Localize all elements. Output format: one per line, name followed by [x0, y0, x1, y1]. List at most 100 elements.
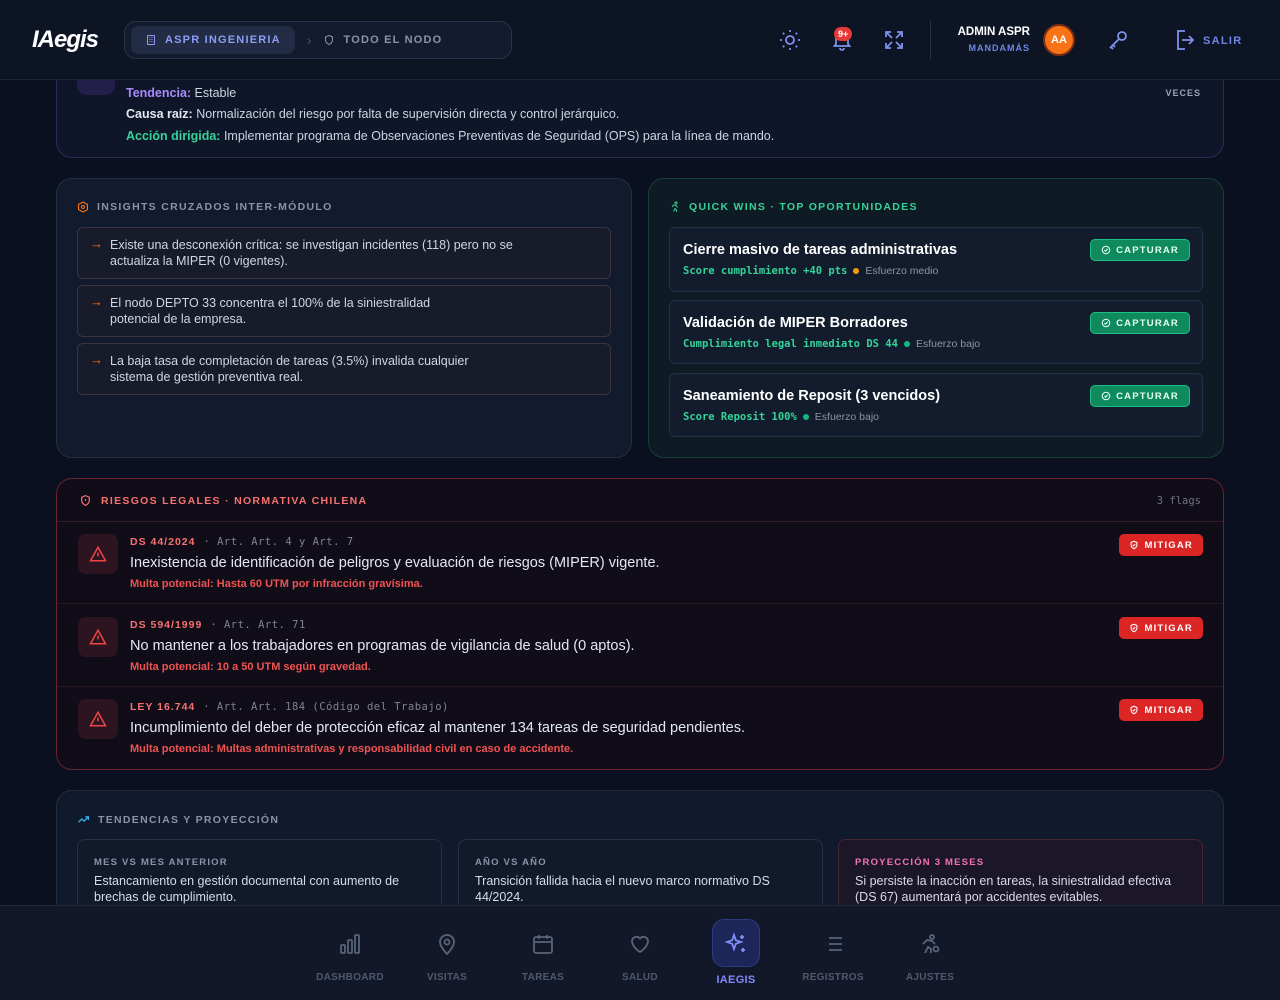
insight-item: → La baja tasa de completación de tareas…	[77, 343, 611, 395]
insight-text-line1: El nodo DEPTO 33 concentra el 100% de la…	[110, 296, 431, 310]
breadcrumb-node[interactable]: TODO EL NODO	[323, 34, 442, 46]
logout-icon[interactable]	[1172, 28, 1196, 52]
nav-tareas[interactable]: TAREAS	[498, 906, 588, 1000]
insight-item: → Existe una desconexión crítica: se inv…	[77, 227, 611, 279]
effort-dot-icon	[853, 268, 860, 274]
mitigate-button-label: MITIGAR	[1144, 622, 1193, 634]
legal-risk-fine: Multa potencial: 10 a 50 UTM según grave…	[130, 661, 371, 673]
insight-text-line2: sistema de gestión preventiva real.	[110, 370, 304, 384]
nav-visitas[interactable]: VISITAS	[402, 906, 492, 1000]
quick-win-effort: Esfuerzo medio	[865, 265, 939, 277]
check-circle-icon	[1101, 245, 1111, 255]
quick-wins-card: QUICK WINS · TOP OPORTUNIDADES Cierre ma…	[648, 178, 1224, 458]
trend-causa-value: Normalización del riesgo por falta de su…	[196, 107, 620, 121]
shield-check-icon	[1131, 623, 1138, 633]
legal-risks-title-wrap: RIESGOS LEGALES · NORMATIVA CHILENA	[79, 494, 367, 507]
insight-text-line1: Existe una desconexión crítica: se inves…	[110, 238, 513, 252]
breadcrumb-node-label: TODO EL NODO	[343, 34, 443, 46]
nav-dashboard[interactable]: DASHBOARD	[305, 906, 395, 1000]
quick-wins-header: QUICK WINS · TOP OPORTUNIDADES	[669, 201, 918, 213]
legal-risk-code: DS 44/2024	[130, 536, 196, 548]
legal-risk-fine: Multa potencial: Multas administrativas …	[130, 743, 574, 755]
bar-chart-icon	[340, 934, 360, 954]
breadcrumb-company[interactable]: ASPR INGENIERIA	[131, 26, 295, 54]
shield-icon	[325, 34, 334, 46]
nav-salud-label: SALUD	[622, 972, 658, 983]
top-header: IAegis ASPR INGENIERIA › TODO EL NODO 9+…	[0, 0, 1280, 80]
trend-column-title: PROYECCIÓN 3 MESES	[855, 857, 985, 868]
header-divider	[930, 20, 931, 60]
trend-column-line2: brechas de cumplimiento.	[94, 890, 237, 904]
mitigate-button[interactable]: MITIGAR	[1119, 699, 1203, 721]
check-circle-icon	[1101, 391, 1111, 401]
quick-win-meta: Score cumplimiento +40 pts Esfuerzo medi…	[683, 265, 938, 277]
list-icon	[824, 937, 842, 951]
mitigate-button[interactable]: MITIGAR	[1119, 534, 1203, 556]
quick-win-effort: Esfuerzo bajo	[814, 411, 880, 423]
avatar[interactable]: AA	[1043, 24, 1075, 56]
nav-dashboard-label: DASHBOARD	[316, 972, 384, 983]
user-name: ADMIN ASPR	[957, 26, 1030, 38]
effort-dot-icon	[903, 341, 910, 347]
trend-accion-label: Acción dirigida:	[126, 129, 221, 143]
capture-button-label: CAPTURAR	[1116, 390, 1179, 402]
shield-check-icon	[1131, 705, 1138, 715]
legal-risk-code-line: LEY 16.744 · Art. Art. 184 (Código del Tr…	[130, 701, 449, 713]
trend-tendencia: Tendencia: Estable	[126, 86, 236, 100]
sparkles-icon	[724, 932, 745, 952]
warning-triangle-icon	[89, 628, 107, 645]
nav-visitas-label: VISITAS	[426, 972, 468, 983]
quick-win-item: Cierre masivo de tareas administrativas …	[669, 227, 1203, 292]
nav-tareas-label: TAREAS	[521, 972, 565, 983]
mitigate-button[interactable]: MITIGAR	[1119, 617, 1203, 639]
worker-settings-icon	[922, 934, 940, 954]
shield-alert-icon	[81, 494, 90, 507]
legal-risk-row: DS 44/2024 · Art. Art. 4 y Art. 7 Inexist…	[57, 522, 1223, 604]
logout-button[interactable]: SALIR	[1203, 35, 1243, 47]
legal-risks-title: RIESGOS LEGALES · NORMATIVA CHILENA	[101, 494, 368, 507]
insights-header: INSIGHTS CRUZADOS INTER-MÓDULO	[77, 201, 333, 213]
legal-risk-code: DS 594/1999	[130, 619, 203, 631]
fullscreen-icon[interactable]	[882, 28, 906, 52]
notification-badge: 9+	[834, 27, 853, 41]
nav-iaegis-label: IAEGIS	[716, 974, 756, 986]
nav-salud[interactable]: SALUD	[595, 906, 685, 1000]
nav-ajustes-label: AJUSTES	[905, 972, 955, 983]
breadcrumb: ASPR INGENIERIA › TODO EL NODO	[124, 21, 512, 59]
trend-column-line1: Estancamiento en gestión documental con …	[94, 874, 400, 888]
nav-ajustes[interactable]: AJUSTES	[885, 906, 975, 1000]
trend-column-line2: 44/2024.	[475, 890, 524, 904]
legal-risks-header: RIESGOS LEGALES · NORMATIVA CHILENA 3 fl…	[57, 479, 1223, 522]
legal-risk-row: LEY 16.744 · Art. Art. 184 (Código del Tr…	[57, 687, 1223, 769]
trend-side-label: VECES	[1165, 88, 1201, 98]
sun-icon[interactable]	[778, 28, 802, 52]
trend-column-line1: Transición fallida hacia el nuevo marco …	[475, 874, 770, 888]
building-icon	[147, 35, 155, 45]
legal-risk-description: Incumplimiento del deber de protección e…	[130, 720, 746, 736]
quick-win-score: Cumplimiento legal inmediato DS 44	[683, 338, 898, 350]
capture-button[interactable]: CAPTURAR	[1090, 239, 1190, 261]
quick-win-meta: Score Reposit 100% Esfuerzo bajo	[683, 411, 879, 423]
quick-win-effort: Esfuerzo bajo	[915, 338, 981, 350]
legal-risk-description: No mantener a los trabajadores en progra…	[130, 638, 635, 654]
capture-button[interactable]: CAPTURAR	[1090, 312, 1190, 334]
trend-column-line1: Si persiste la inacción en tareas, la si…	[855, 874, 1172, 888]
capture-button[interactable]: CAPTURAR	[1090, 385, 1190, 407]
nav-iaegis[interactable]: IAEGIS	[691, 906, 781, 1000]
quick-win-item: Saneamiento de Reposit (3 vencidos) Scor…	[669, 373, 1203, 437]
bottom-navigation: DASHBOARD VISITAS TAREAS SALUD IAEGIS RE…	[0, 905, 1280, 1000]
legal-risk-article: · Art. Art. 71	[210, 619, 306, 631]
quick-wins-title: QUICK WINS · TOP OPORTUNIDADES	[689, 201, 918, 213]
app-logo[interactable]: IAegis	[32, 26, 99, 54]
chevron-right-icon: ›	[306, 32, 312, 48]
breadcrumb-company-label: ASPR INGENIERIA	[165, 34, 281, 46]
nav-registros[interactable]: REGISTROS	[788, 906, 878, 1000]
trend-tendencia-label: Tendencia:	[126, 86, 192, 100]
calendar-icon	[533, 935, 553, 954]
trend-column-title: MES VS MES ANTERIOR	[94, 857, 228, 868]
arrow-right-icon: →	[90, 352, 103, 367]
insights-card: INSIGHTS CRUZADOS INTER-MÓDULO → Existe …	[56, 178, 632, 458]
key-icon[interactable]	[1106, 28, 1130, 52]
insight-text-line2: actualiza la MIPER (0 vigentes).	[110, 254, 288, 268]
quick-win-title: Cierre masivo de tareas administrativas	[683, 242, 958, 258]
